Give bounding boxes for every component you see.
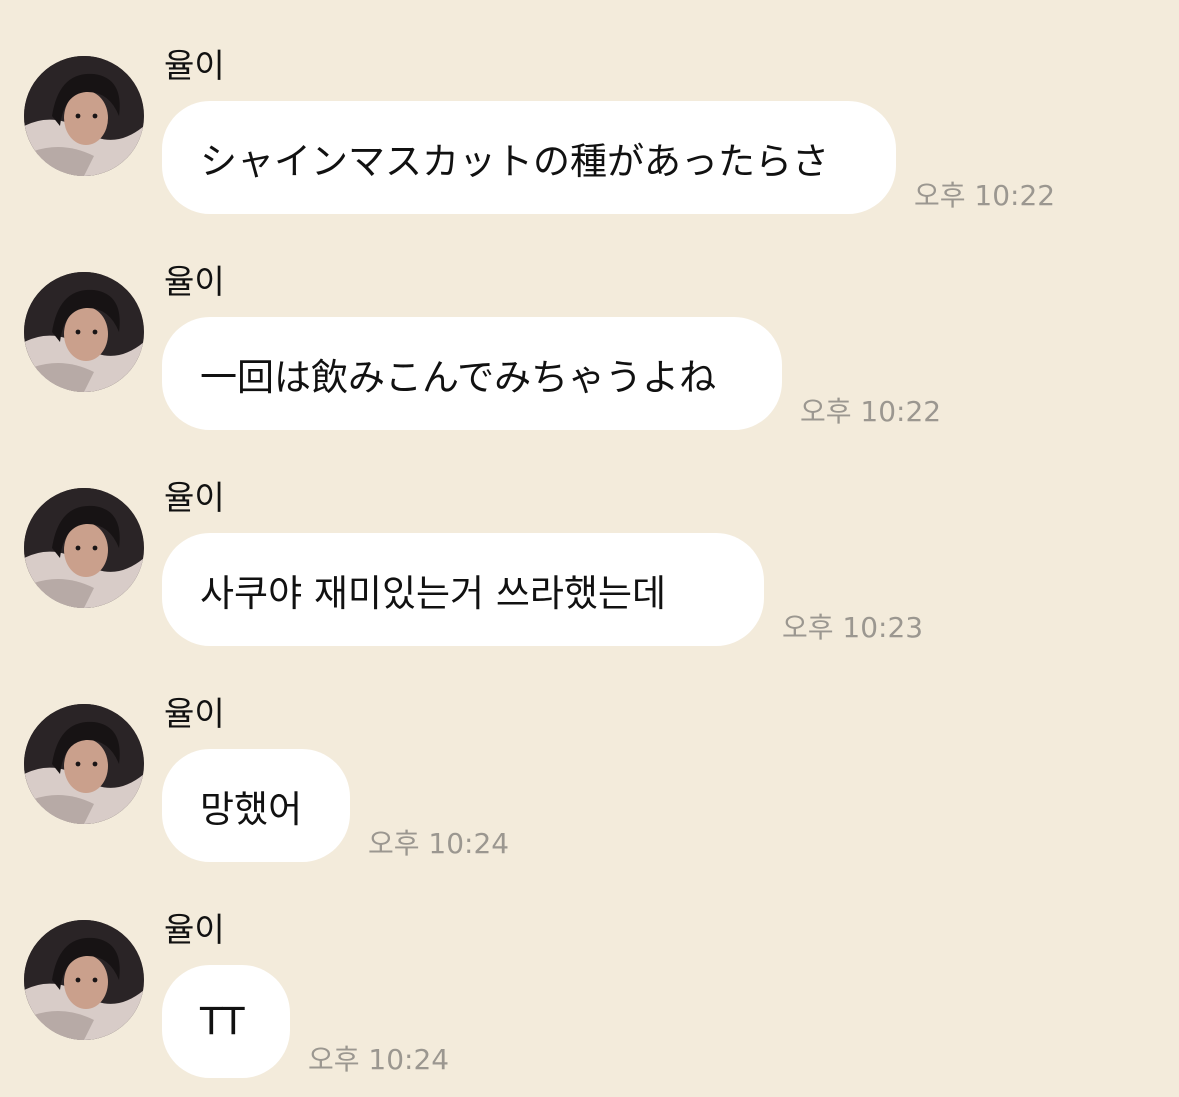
sender-name: 율이 — [164, 262, 225, 301]
chat-thread: 율이 シャインマスカットの種があったらさ 오후 10:22 율이 一回は飲みこん… — [0, 0, 1179, 1097]
message-bubble[interactable]: シャインマスカットの種があったらさ — [162, 101, 896, 214]
sender-name: 율이 — [164, 478, 225, 517]
avatar[interactable] — [24, 56, 144, 176]
message-row: 율이 シャインマスカットの種があったらさ 오후 10:22 — [0, 0, 1179, 216]
avatar-photo-icon — [24, 56, 144, 176]
message-bubble[interactable]: 망했어 — [162, 749, 350, 862]
message-row: 율이 망했어 오후 10:24 — [0, 648, 1179, 864]
avatar[interactable] — [24, 704, 144, 824]
message-time: 오후 10:22 — [914, 179, 1056, 212]
avatar-photo-icon — [24, 272, 144, 392]
avatar[interactable] — [24, 488, 144, 608]
message-row: 율이 사쿠야 재미있는거 쓰라했는데 오후 10:23 — [0, 432, 1179, 648]
message-bubble[interactable]: 一回は飲みこんでみちゃうよね — [162, 317, 782, 430]
message-row: 율이 一回は飲みこんでみちゃうよね 오후 10:22 — [0, 216, 1179, 432]
message-time: 오후 10:23 — [782, 611, 924, 644]
avatar[interactable] — [24, 272, 144, 392]
sender-name: 율이 — [164, 46, 225, 85]
message-time: 오후 10:24 — [308, 1043, 450, 1076]
sender-name: 율이 — [164, 910, 225, 949]
message-row: 율이 TT 오후 10:24 — [0, 864, 1179, 1080]
avatar[interactable] — [24, 920, 144, 1040]
message-time: 오후 10:22 — [800, 395, 942, 428]
avatar-photo-icon — [24, 704, 144, 824]
avatar-photo-icon — [24, 488, 144, 608]
sender-name: 율이 — [164, 694, 225, 733]
message-bubble[interactable]: 사쿠야 재미있는거 쓰라했는데 — [162, 533, 764, 646]
message-time: 오후 10:24 — [368, 827, 510, 860]
avatar-photo-icon — [24, 920, 144, 1040]
message-bubble[interactable]: TT — [162, 965, 290, 1078]
